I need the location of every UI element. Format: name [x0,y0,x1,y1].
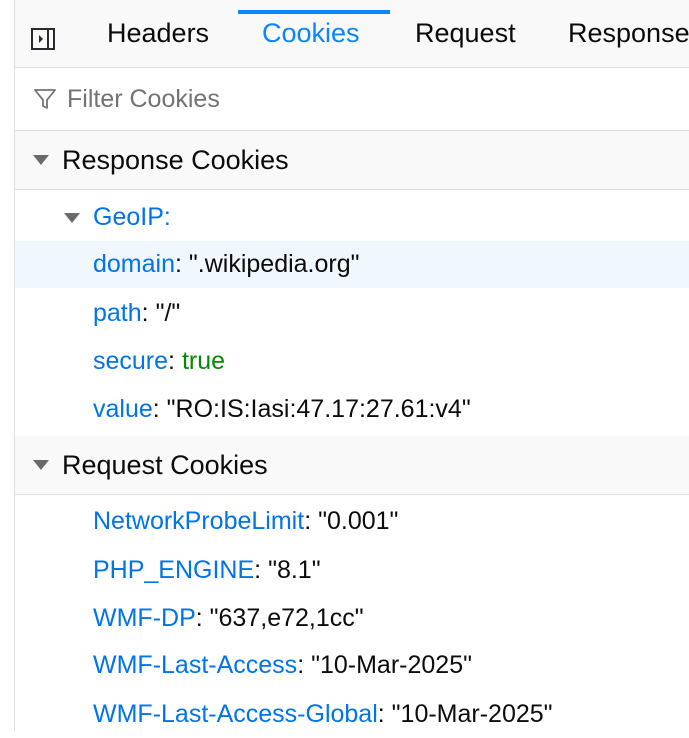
cookie-key: NetworkProbeLimit [93,507,305,535]
prop-key: secure [93,347,169,375]
tab-response[interactable]: Response [568,0,689,67]
tab-headers[interactable]: Headers [107,0,209,67]
request-cookies-header[interactable]: Request Cookies [15,436,689,495]
network-details-panel: Headers Cookies Request Response Respons… [14,0,689,731]
prop-value: "RO:IS:Iasi:47.17:27.61:v4" [166,395,471,423]
filter-bar [15,68,689,131]
prop-value: true [181,347,226,375]
cookie-value: "10-Mar-2025" [311,651,472,679]
cookie-key: PHP_ENGINE [93,556,255,584]
cookie-prop-row[interactable]: path: "/" [15,290,689,337]
prop-key: domain [93,250,175,278]
filter-funnel-icon [34,89,56,109]
collapse-arrow-icon [64,213,80,223]
request-cookie-row[interactable]: WMF-DP: "637,e72,1cc" [15,595,689,642]
request-cookie-row[interactable]: WMF-Last-Access: "10-Mar-2025" [15,642,689,689]
cookie-prop-row[interactable]: domain: ".wikipedia.org" [15,241,689,288]
tab-request[interactable]: Request [415,0,516,67]
prop-value: ".wikipedia.org" [188,250,360,278]
cookie-key: WMF-Last-Access-Global [93,700,378,728]
tab-cookies[interactable]: Cookies [262,0,360,67]
cookie-value: "637,e72,1cc" [209,604,364,632]
cookie-group-geoip[interactable]: GeoIP: [15,194,689,241]
cookie-value: "8.1" [268,556,321,584]
response-cookies-header[interactable]: Response Cookies [15,131,689,190]
toggle-sidebar-button[interactable] [28,24,58,54]
prop-key: value [93,395,153,423]
request-cookie-row[interactable]: NetworkProbeLimit: "0.001" [15,498,689,545]
cookie-value: "10-Mar-2025" [391,700,553,728]
cookie-prop-row[interactable]: value: "RO:IS:Iasi:47.17:27.61:v4" [15,386,689,433]
cookie-prop-row[interactable]: secure: true [15,338,689,385]
cookie-value: "0.001" [318,507,399,535]
details-tab-bar: Headers Cookies Request Response [15,0,689,68]
collapse-arrow-icon [33,155,49,165]
collapse-arrow-icon [33,460,49,470]
cookie-name-colon: : [163,203,171,231]
filter-cookies-input[interactable] [67,82,667,116]
prop-value: "/" [155,299,181,327]
cookie-key: WMF-DP [93,604,196,632]
prop-key: path [93,299,142,327]
section-title: Request Cookies [62,449,268,480]
request-cookie-row[interactable]: PHP_ENGINE: "8.1" [15,547,689,594]
cookie-key: WMF-Last-Access [93,651,298,679]
sidebar-toggle-icon [31,28,55,50]
cookie-name: GeoIP [93,203,164,231]
section-title: Response Cookies [62,144,289,175]
